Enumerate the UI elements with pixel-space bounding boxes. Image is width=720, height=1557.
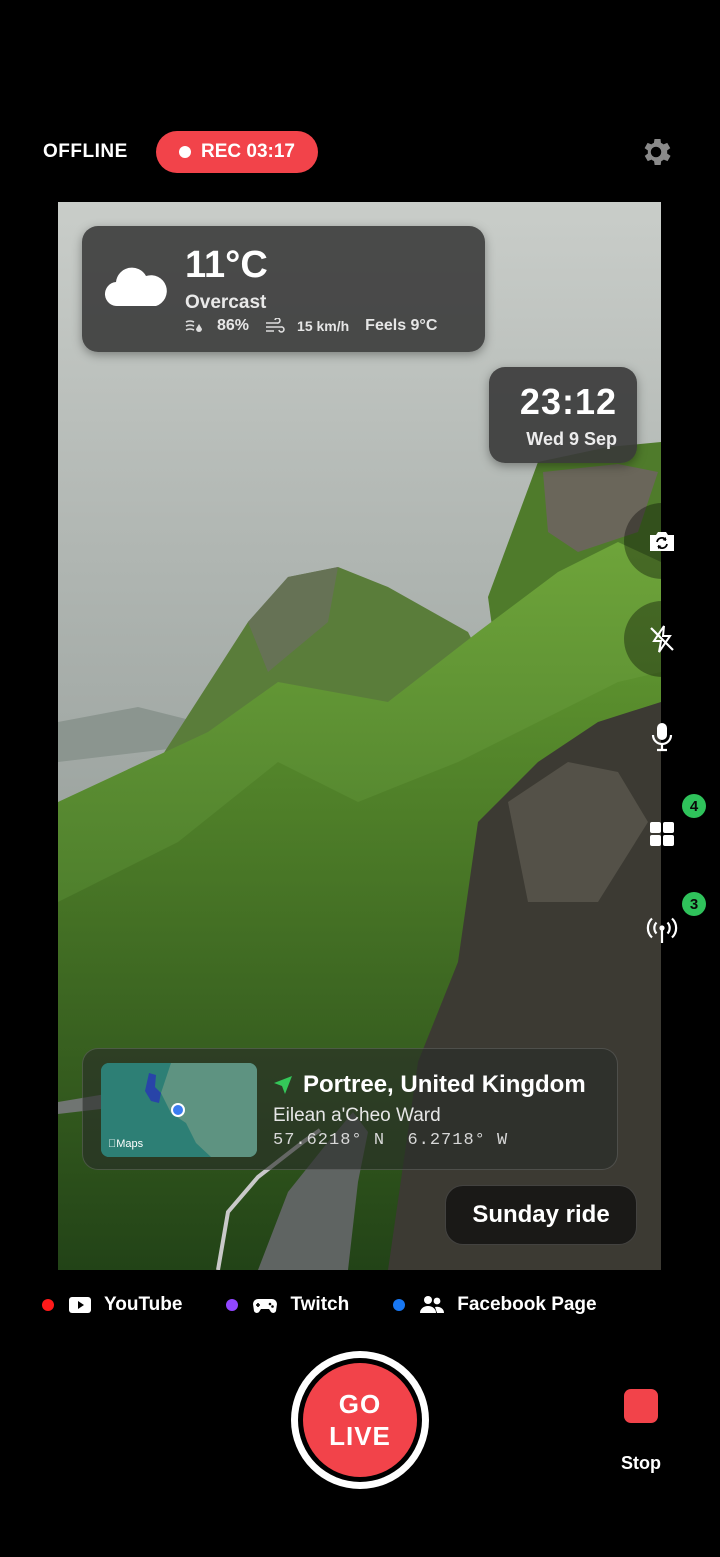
- overlays-count-badge: 4: [682, 794, 706, 818]
- platform-list: YouTube Twitch Facebook Page: [42, 1294, 641, 1316]
- location-coordinates: 57.6218° N 6.2718° W: [273, 1131, 508, 1150]
- platform-status-dot: [226, 1299, 239, 1311]
- feels-like: Feels 9°C: [365, 317, 438, 334]
- location-ward: Eilean a'Cheo Ward: [273, 1105, 441, 1126]
- humidity-icon: [185, 320, 202, 332]
- clock-widget[interactable]: 23:12 Wed 9 Sep: [489, 367, 637, 463]
- platform-status-dot: [42, 1299, 54, 1311]
- flash-toggle-button[interactable]: [624, 601, 700, 677]
- location-place: Portree, United Kingdom: [303, 1071, 586, 1098]
- broadcast-antenna-icon: [646, 917, 678, 943]
- caption-label[interactable]: Sunday ride: [445, 1185, 637, 1245]
- platform-youtube[interactable]: YouTube: [42, 1294, 182, 1316]
- weather-widget[interactable]: 11°C Overcast 86% 15 km/h Feels 9°C: [82, 226, 485, 352]
- platform-facebook[interactable]: Facebook Page: [393, 1294, 597, 1316]
- camera-preview[interactable]: 11°C Overcast 86% 15 km/h Feels 9°C 23:1…: [58, 202, 661, 1270]
- location-widget[interactable]: Maps Portree, United Kingdom Eilean a'C…: [82, 1048, 618, 1170]
- longitude: 6.2718° W: [407, 1131, 509, 1150]
- go-live-label-line2: LIVE: [329, 1421, 391, 1451]
- latitude: 57.6218° N: [273, 1131, 386, 1150]
- people-icon: [420, 1296, 445, 1313]
- wind-value: 15 km/h: [297, 318, 350, 334]
- map-thumbnail: Maps: [101, 1063, 257, 1157]
- clock-date: Wed 9 Sep: [526, 429, 617, 449]
- stop-button[interactable]: Stop: [612, 1388, 670, 1478]
- platform-status-dot: [393, 1299, 406, 1311]
- grid-icon: [650, 822, 674, 846]
- location-title: Portree, United Kingdom: [273, 1071, 586, 1099]
- gear-icon: [644, 138, 671, 166]
- go-live-ring: GO LIVE: [298, 1358, 422, 1482]
- flip-camera-button[interactable]: [624, 503, 700, 579]
- recording-timer: REC 03:17: [201, 141, 295, 162]
- platform-twitch[interactable]: Twitch: [226, 1294, 349, 1316]
- weather-metrics: 86% 15 km/h Feels 9°C: [185, 317, 437, 335]
- map-attribution: Maps: [108, 1138, 143, 1150]
- camera-flip-icon: [650, 532, 674, 551]
- youtube-icon: [69, 1297, 91, 1313]
- platform-name: Twitch: [290, 1294, 350, 1315]
- settings-button[interactable]: [638, 134, 674, 170]
- temperature: 11°C: [185, 244, 268, 286]
- weather-condition: Overcast: [185, 292, 267, 313]
- humidity-value: 86%: [217, 317, 250, 334]
- go-live-label-line1: GO: [338, 1389, 382, 1419]
- platform-name: Facebook Page: [457, 1294, 597, 1315]
- destinations-count-badge: 3: [682, 892, 706, 916]
- recording-indicator: REC 03:17: [156, 131, 318, 173]
- clock-time: 23:12: [519, 381, 617, 422]
- cloud-icon: [104, 267, 167, 307]
- microphone-button[interactable]: [624, 699, 700, 775]
- stop-label: Stop: [621, 1453, 661, 1473]
- flash-off-icon: [650, 625, 674, 653]
- record-dot-icon: [179, 146, 191, 158]
- connection-status: OFFLINE: [43, 141, 128, 162]
- platform-name: YouTube: [104, 1294, 183, 1315]
- go-live-core: GO LIVE: [303, 1363, 417, 1477]
- microphone-icon: [651, 723, 673, 752]
- wind-icon: [266, 318, 285, 333]
- gamepad-icon: [253, 1299, 278, 1313]
- navigation-arrow-icon: [274, 1076, 292, 1094]
- stop-icon: [624, 1389, 658, 1423]
- go-live-button[interactable]: GO LIVE: [291, 1351, 429, 1489]
